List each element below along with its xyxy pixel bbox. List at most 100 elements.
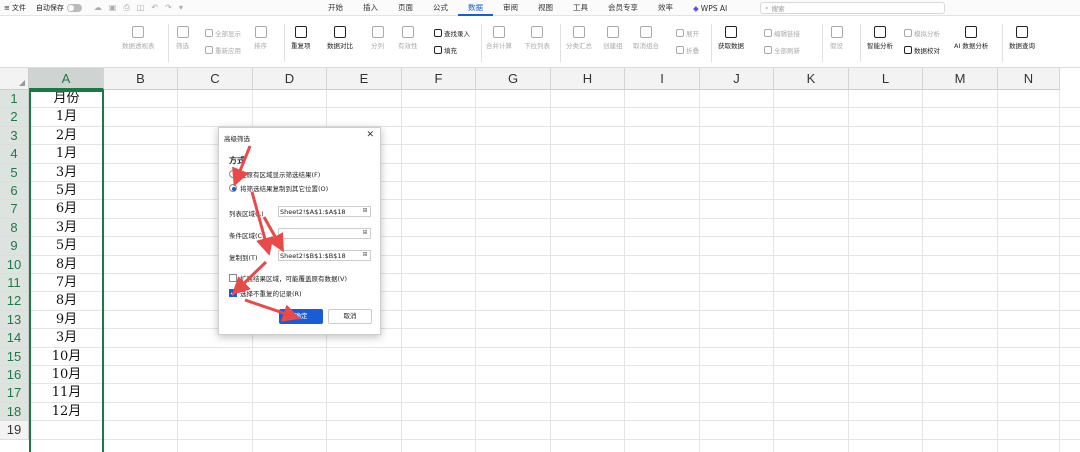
show-all-button[interactable]: 全部显示 (205, 28, 241, 38)
file-menu[interactable]: ≡ 文件 (0, 3, 32, 13)
row-header-15[interactable]: 15 (0, 347, 29, 366)
expand-button[interactable]: 展开 (676, 28, 699, 38)
ungroup-button[interactable]: 取消组合 (633, 26, 659, 50)
more-icon[interactable]: ▾ (179, 3, 183, 13)
row-header-2[interactable]: 2 (0, 108, 29, 127)
subtotal-button[interactable]: 分类汇总 (566, 26, 592, 50)
unique-records-checkbox[interactable]: 选择不重复的记录(R) (229, 288, 302, 298)
tab-data[interactable]: 数据 (458, 0, 493, 16)
column-header-n[interactable]: N (998, 68, 1060, 90)
cancel-button[interactable]: 取消 (328, 309, 372, 324)
tab-member[interactable]: 会员专享 (598, 0, 648, 16)
checkbox[interactable] (229, 274, 237, 282)
tab-home[interactable]: 开始 (318, 0, 353, 16)
dropdown-list-button[interactable]: 下拉列表 (524, 26, 550, 50)
row-header-5[interactable]: 5 (0, 163, 29, 182)
tab-wps-ai[interactable]: ◆ WPS AI (683, 0, 737, 16)
tab-view[interactable]: 视图 (528, 0, 563, 16)
radio-button[interactable] (229, 170, 237, 178)
autosave[interactable]: 自动保存 (32, 3, 86, 13)
checkbox[interactable] (229, 289, 237, 297)
preview-icon[interactable]: ◫ (137, 3, 145, 13)
row-header-3[interactable]: 3 (0, 126, 29, 146)
column-header-b[interactable]: B (104, 68, 178, 90)
extend-checkbox[interactable]: 扩展结果区域，可能覆盖原有数据(V) (229, 273, 347, 283)
row-header-17[interactable]: 17 (0, 384, 29, 403)
row-header-1[interactable]: 1 (0, 90, 29, 109)
row-header-16[interactable]: 16 (0, 366, 29, 385)
copy-to-input[interactable]: Sheet2!$B$1:$B$18 (278, 250, 371, 261)
row-header-10[interactable]: 10 (0, 255, 29, 274)
create-group-button[interactable]: 创建组 (603, 26, 623, 50)
radio-in-place[interactable]: 在原有区域显示筛选结果(F) (229, 169, 320, 179)
column-header-d[interactable]: D (253, 68, 327, 90)
tab-efficiency[interactable]: 效率 (648, 0, 683, 16)
print-icon[interactable]: ⎙ (123, 3, 129, 13)
get-data-button[interactable]: 获取数据 (718, 26, 744, 50)
radio-copy-to[interactable]: 将筛选结果复制到其它位置(O) (229, 183, 328, 193)
column-header-e[interactable]: E (327, 68, 402, 90)
filter-button[interactable]: 筛选 (176, 26, 189, 50)
row-header-14[interactable]: 14 (0, 329, 29, 348)
radio-button[interactable] (229, 184, 237, 192)
range-picker-icon[interactable]: ⊞ (360, 207, 370, 216)
column-header-h[interactable]: H (551, 68, 625, 90)
column-header-j[interactable]: J (700, 68, 774, 90)
column-header-g[interactable]: G (476, 68, 551, 90)
row-header-4[interactable]: 4 (0, 145, 29, 164)
column-header-a[interactable]: A (29, 68, 104, 90)
tab-page[interactable]: 页面 (388, 0, 423, 16)
tab-tools[interactable]: 工具 (563, 0, 598, 16)
pivot-table-button[interactable]: 数据透视表 (122, 26, 155, 50)
split-column-button[interactable]: 分列 (371, 26, 384, 50)
range-picker-icon[interactable]: ⊞ (360, 229, 370, 238)
duplicates-button[interactable]: 重复项 (291, 26, 311, 50)
sort-button[interactable]: 排序 (254, 26, 267, 50)
reapply-button[interactable]: 重新应用 (205, 45, 241, 55)
redo-icon[interactable]: ↷ (165, 3, 172, 13)
column-header-f[interactable]: F (402, 68, 476, 90)
forecast-button[interactable]: 假设 (830, 26, 843, 50)
row-header-19[interactable]: 19 (0, 421, 29, 440)
data-query-button[interactable]: 数据查询 (1009, 26, 1035, 50)
data-verify-button[interactable]: 数据校对 (904, 45, 940, 55)
search-box[interactable]: ⌕ 搜索 (760, 2, 945, 14)
save-icon[interactable]: ▣ (109, 3, 117, 13)
merge-calc-button[interactable]: 合并计算 (486, 26, 512, 50)
tab-formula[interactable]: 公式 (423, 0, 458, 16)
collapse-button[interactable]: 折叠 (676, 45, 699, 55)
row-header-11[interactable]: 11 (0, 274, 29, 293)
lookup-entry-button[interactable]: 查找录入 (434, 28, 470, 38)
range-picker-icon[interactable]: ⊞ (360, 251, 370, 260)
autosave-toggle[interactable] (66, 3, 82, 12)
ai-analysis-button[interactable]: AI 数据分析 (954, 26, 988, 50)
row-header-8[interactable]: 8 (0, 218, 29, 238)
row-header-6[interactable]: 6 (0, 182, 29, 201)
column-header-i[interactable]: I (625, 68, 700, 90)
column-header-l[interactable]: L (849, 68, 923, 90)
row-header-7[interactable]: 7 (0, 200, 29, 219)
row-header-18[interactable]: 18 (0, 402, 29, 422)
list-range-input[interactable]: Sheet2!$A$1:$A$18 (278, 206, 371, 217)
cloud-icon[interactable]: ☁ (94, 3, 102, 13)
smart-analysis-button[interactable]: 智能分析 (867, 26, 893, 50)
undo-icon[interactable]: ↶ (151, 3, 158, 13)
column-header-c[interactable]: C (178, 68, 253, 90)
column-header-m[interactable]: M (923, 68, 998, 90)
refresh-all-button[interactable]: 全部刷新 (764, 45, 800, 55)
data-compare-button[interactable]: 数据对比 (327, 26, 353, 50)
row-header-9[interactable]: 9 (0, 237, 29, 256)
close-icon[interactable]: ✕ (366, 130, 374, 140)
fill-button[interactable]: 填充 (434, 45, 457, 55)
tab-insert[interactable]: 插入 (353, 0, 388, 16)
edit-links-button[interactable]: 编辑链接 (764, 28, 800, 38)
ok-button[interactable]: 确定 (279, 309, 323, 324)
validity-button[interactable]: 有效性 (398, 26, 418, 50)
select-all-corner[interactable] (0, 68, 29, 90)
column-header-k[interactable]: K (774, 68, 849, 90)
criteria-range-input[interactable] (278, 228, 371, 239)
spreadsheet-grid[interactable]: A B C D E F G H I J K L M N 1 月份 2 1月 3 2月 4 1月 5 3月 6 5月 7 6月 8 3月 9 5… (0, 68, 1080, 452)
row-header-12[interactable]: 12 (0, 292, 29, 311)
sim-analysis-button[interactable]: 模拟分析 (904, 28, 940, 38)
tab-review[interactable]: 审阅 (493, 0, 528, 16)
